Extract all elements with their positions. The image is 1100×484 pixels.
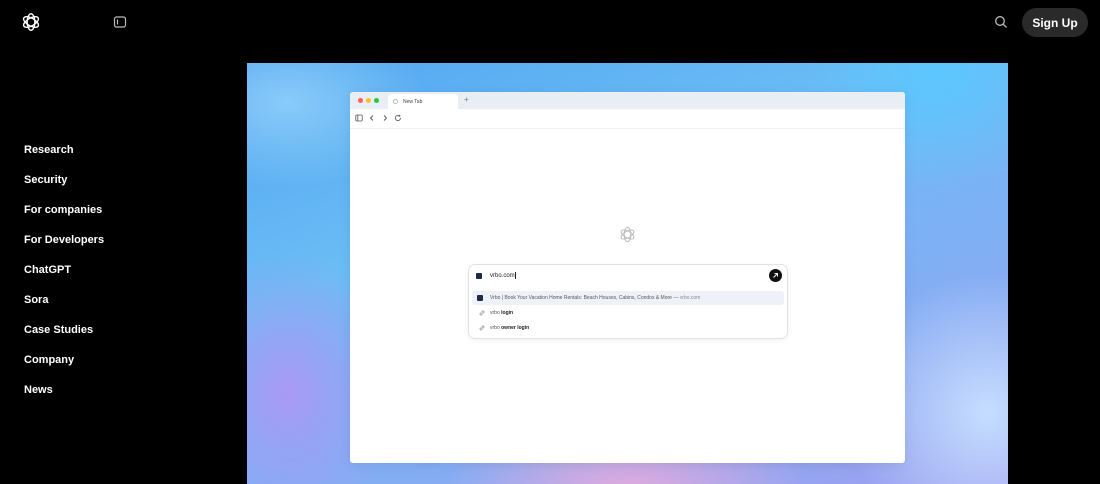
- nav-item-sora[interactable]: Sora: [24, 292, 104, 322]
- sidebar-icon: [355, 114, 363, 122]
- maximize-dot-icon: [374, 98, 379, 103]
- sidebar-toggle-icon[interactable]: [113, 15, 127, 29]
- suggestion-item: vrbo owner login: [472, 321, 784, 335]
- browser-toolbar: [350, 109, 905, 129]
- text-caret: [514, 272, 516, 279]
- nav-item-for-companies[interactable]: For companies: [24, 202, 104, 232]
- forward-arrow-icon: [383, 115, 388, 121]
- nav-item-research[interactable]: Research: [24, 142, 104, 172]
- suggestion-url: vrbo.com: [679, 295, 701, 301]
- nav-item-news[interactable]: News: [24, 382, 104, 412]
- suggestion-bold: owner login: [501, 325, 530, 331]
- omnibox-value: vrbo.com: [490, 273, 515, 280]
- suggestion-prefix: vrbo: [490, 310, 502, 316]
- reload-icon: [394, 114, 401, 121]
- suggestion-separator: —: [671, 295, 680, 301]
- openai-logo-icon[interactable]: [20, 11, 42, 33]
- side-nav: Research Security For companies For Deve…: [24, 142, 104, 412]
- tab-favicon-icon: [393, 99, 398, 104]
- link-icon: [479, 325, 485, 331]
- suggestion-prefix: vrbo: [490, 325, 502, 331]
- omnibox-input: vrbo.com: [469, 265, 787, 287]
- back-arrow-icon: [369, 115, 374, 121]
- new-tab-plus-icon: +: [464, 95, 469, 104]
- browser-titlebar: New Tab +: [350, 92, 905, 109]
- nav-item-security[interactable]: Security: [24, 172, 104, 202]
- suggestion-item: vrbo login: [472, 306, 784, 320]
- suggestion-title: Vrbo | Book Your Vacation Home Rentals: …: [490, 295, 672, 301]
- go-arrow-icon: [769, 269, 782, 282]
- close-dot-icon: [358, 98, 363, 103]
- hero-image: New Tab + vrbo.com Vrbo | Book Your Vaca…: [247, 63, 1008, 484]
- signup-button[interactable]: Sign Up: [1022, 8, 1088, 37]
- suggestion-bold: login: [501, 310, 514, 316]
- nav-item-chatgpt[interactable]: ChatGPT: [24, 262, 104, 292]
- browser-tab: New Tab: [388, 94, 458, 109]
- suggestion-item: Vrbo | Book Your Vacation Home Rentals: …: [472, 291, 784, 305]
- nav-item-for-developers[interactable]: For Developers: [24, 232, 104, 262]
- omnibox: vrbo.com Vrbo | Book Your Vacation Home …: [468, 264, 788, 339]
- site-favicon-icon: [477, 295, 483, 301]
- browser-mockup: New Tab + vrbo.com Vrbo | Book Your Vaca…: [350, 92, 905, 463]
- openai-logo-icon: [620, 226, 635, 243]
- minimize-dot-icon: [366, 98, 371, 103]
- nav-item-company[interactable]: Company: [24, 352, 104, 382]
- nav-item-case-studies[interactable]: Case Studies: [24, 322, 104, 352]
- link-icon: [479, 310, 485, 316]
- site-favicon-icon: [476, 273, 482, 279]
- search-icon[interactable]: [994, 15, 1008, 29]
- tab-label: New Tab: [403, 99, 423, 105]
